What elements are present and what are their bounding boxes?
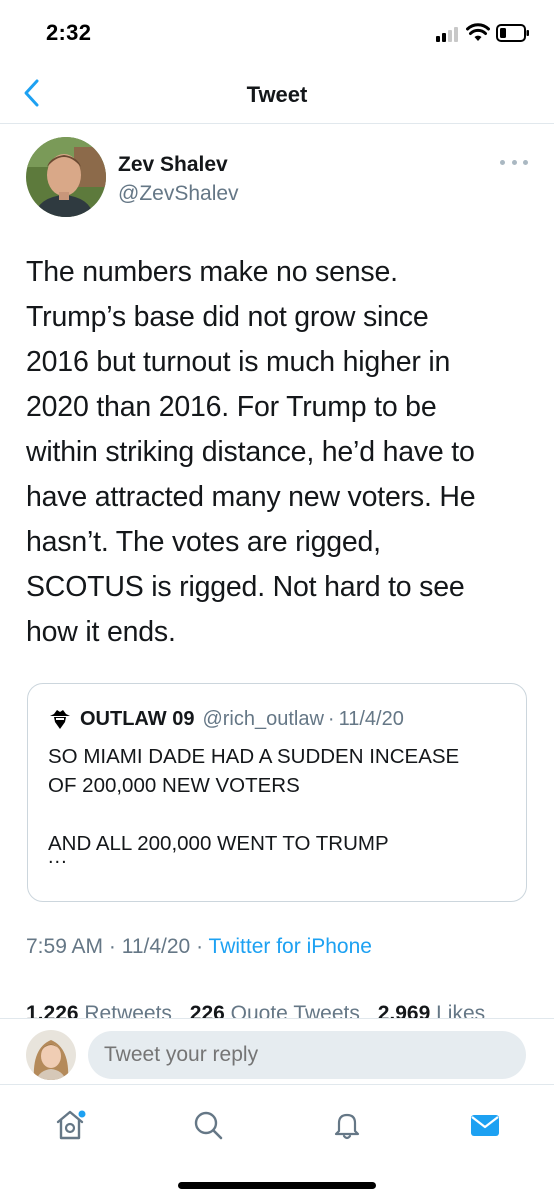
quoted-tweet-ellipsis: ...: [48, 846, 68, 868]
author-handle[interactable]: @ZevShalev: [118, 182, 239, 206]
navigation-bar: Tweet: [0, 62, 554, 124]
tweet-text: The numbers make no sense. Trump’s base …: [26, 256, 476, 648]
home-indicator: [178, 1182, 376, 1189]
author-avatar[interactable]: [26, 137, 106, 217]
notifications-icon: [334, 1113, 360, 1140]
quoted-tweet-text: SO MIAMI DADE HAD A SUDDEN INCEASE OF 20…: [48, 745, 460, 855]
quoted-tweet-date: 11/4/20: [338, 707, 404, 730]
wifi-icon: [466, 22, 490, 42]
likes-label[interactable]: Likes: [436, 1002, 485, 1018]
status-time: 2:32: [46, 20, 92, 45]
separator: ·: [108, 935, 122, 958]
separator: ·: [196, 935, 209, 958]
tweet-author: Zev Shalev @ZevShalev: [26, 137, 528, 221]
tweet-meta: 7:59 AM · 11/4/20 · Twitter for iPhone: [26, 935, 372, 959]
author-name[interactable]: Zev Shalev: [118, 153, 228, 177]
tab-messages[interactable]: [463, 1103, 507, 1147]
messages-icon: [471, 1115, 499, 1136]
retweets-count[interactable]: 1,226: [26, 1002, 84, 1018]
more-options-icon[interactable]: [500, 155, 528, 169]
reply-bar: [0, 1018, 554, 1084]
quoted-tweet-header: OUTLAW 09 @rich_outlaw · 11/4/20: [48, 706, 516, 732]
quoted-author-name: OUTLAW 09: [80, 707, 195, 730]
quoted-author-handle: @rich_outlaw: [202, 707, 324, 730]
tab-search[interactable]: [186, 1103, 230, 1147]
status-bar: 2:32: [0, 0, 554, 62]
tab-home[interactable]: [48, 1103, 92, 1147]
quote-tweets-count[interactable]: 226: [190, 1002, 231, 1018]
tweet-date: 11/4/20: [121, 935, 191, 958]
tab-notifications[interactable]: [325, 1103, 369, 1147]
tweet-stats: 1,226 Retweets 226 Quote Tweets 2,969 Li…: [26, 1002, 536, 1018]
reply-input[interactable]: [88, 1031, 526, 1079]
home-icon: [56, 1110, 86, 1140]
outlaw-avatar-icon: [48, 707, 72, 731]
search-icon: [194, 1111, 223, 1140]
current-user-avatar[interactable]: [26, 1030, 76, 1080]
separator: ·: [327, 707, 335, 730]
quote-tweets-label[interactable]: Quote Tweets: [231, 1002, 360, 1018]
likes-count[interactable]: 2,969: [378, 1002, 436, 1018]
tweet-time: 7:59 AM: [26, 935, 104, 958]
page-title: Tweet: [246, 82, 308, 107]
retweets-label[interactable]: Retweets: [84, 1002, 172, 1018]
battery-icon: [496, 24, 530, 42]
cellular-signal-icon: [436, 26, 462, 42]
tab-bar: [0, 1084, 554, 1200]
quoted-tweet-card[interactable]: OUTLAW 09 @rich_outlaw · 11/4/20 SO MIAM…: [27, 683, 527, 902]
tweet-source-link[interactable]: Twitter for iPhone: [209, 935, 372, 958]
